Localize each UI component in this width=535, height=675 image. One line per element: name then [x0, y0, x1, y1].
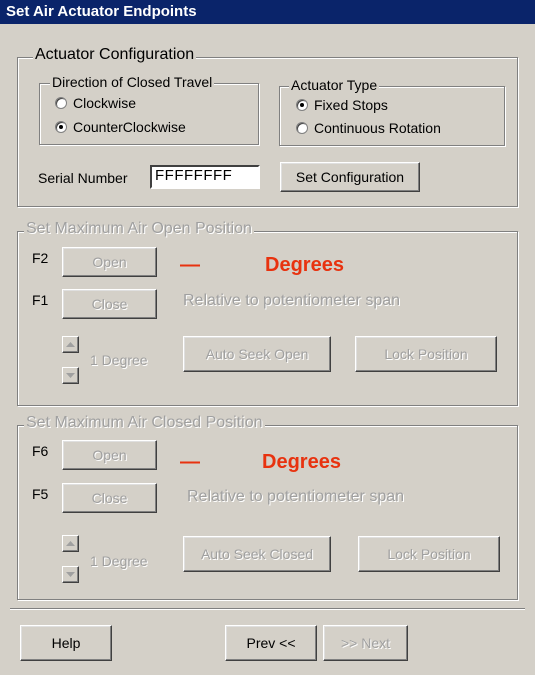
open-step-up-button[interactable] — [62, 336, 79, 353]
arrow-up-icon — [66, 540, 75, 546]
radio-clockwise[interactable]: Clockwise — [55, 95, 136, 111]
actuator-configuration-legend: Actuator Configuration — [33, 46, 197, 64]
arrow-up-icon — [66, 341, 75, 347]
radio-fixed-stops[interactable]: Fixed Stops — [296, 97, 388, 113]
open-relative-label: Relative to potentiometer span — [183, 292, 401, 309]
actuator-type-legend: Actuator Type — [289, 77, 380, 93]
serial-number-label: Serial Number — [38, 170, 128, 186]
closed-step-label: 1 Degree — [90, 553, 148, 569]
radio-clockwise-indicator[interactable] — [55, 97, 67, 109]
radio-counterclockwise-indicator[interactable] — [55, 121, 67, 133]
radio-continuous-rotation-indicator[interactable] — [296, 122, 308, 134]
closed-step-up-button[interactable] — [62, 535, 79, 552]
closed-relative-label: Relative to potentiometer span — [187, 488, 405, 505]
closed-degrees-label: Degrees — [262, 451, 341, 473]
footer-separator — [10, 608, 525, 610]
open-hotkey-label: F2 — [32, 250, 49, 266]
open-button[interactable]: Open — [62, 247, 157, 277]
window-title: Set Air Actuator Endpoints — [0, 0, 535, 24]
prev-button[interactable]: Prev << — [225, 625, 317, 661]
radio-continuous-rotation-label: Continuous Rotation — [314, 120, 441, 136]
radio-fixed-stops-indicator[interactable] — [296, 99, 308, 111]
closed-open-button[interactable]: Open — [62, 440, 157, 470]
open-degrees-label: Degrees — [265, 254, 344, 276]
auto-seek-closed-button[interactable]: Auto Seek Closed — [183, 536, 331, 572]
closed-open-hotkey-label: F6 — [32, 443, 49, 459]
closed-step-down-button[interactable] — [62, 566, 79, 583]
open-step-down-button[interactable] — [62, 367, 79, 384]
close-button[interactable]: Close — [62, 289, 157, 319]
open-degrees-dash: — — [180, 254, 200, 276]
serial-number-input[interactable]: FFFFFFFF — [150, 165, 260, 189]
closed-close-hotkey-label: F5 — [32, 486, 49, 502]
closed-close-button[interactable]: Close — [62, 483, 157, 513]
radio-fixed-stops-label: Fixed Stops — [314, 97, 388, 113]
actuator-type-group — [279, 86, 505, 146]
radio-counterclockwise[interactable]: CounterClockwise — [55, 119, 186, 135]
closed-position-legend: Set Maximum Air Closed Position — [24, 414, 265, 432]
direction-legend: Direction of Closed Travel — [50, 74, 215, 90]
direction-group — [39, 83, 259, 145]
open-step-label: 1 Degree — [90, 352, 148, 368]
open-lock-position-button[interactable]: Lock Position — [355, 336, 497, 372]
closed-degrees-dash: — — [180, 451, 200, 473]
open-position-legend: Set Maximum Air Open Position — [24, 220, 254, 238]
radio-clockwise-label: Clockwise — [73, 95, 137, 111]
closed-lock-position-button[interactable]: Lock Position — [358, 536, 500, 572]
radio-continuous-rotation[interactable]: Continuous Rotation — [296, 120, 441, 136]
arrow-down-icon — [66, 372, 75, 378]
next-button[interactable]: >> Next — [323, 625, 408, 661]
help-button[interactable]: Help — [20, 625, 112, 661]
radio-counterclockwise-label: CounterClockwise — [73, 119, 186, 135]
arrow-down-icon — [66, 571, 75, 577]
close-hotkey-label: F1 — [32, 292, 49, 308]
auto-seek-open-button[interactable]: Auto Seek Open — [183, 336, 331, 372]
set-configuration-button[interactable]: Set Configuration — [280, 162, 420, 192]
